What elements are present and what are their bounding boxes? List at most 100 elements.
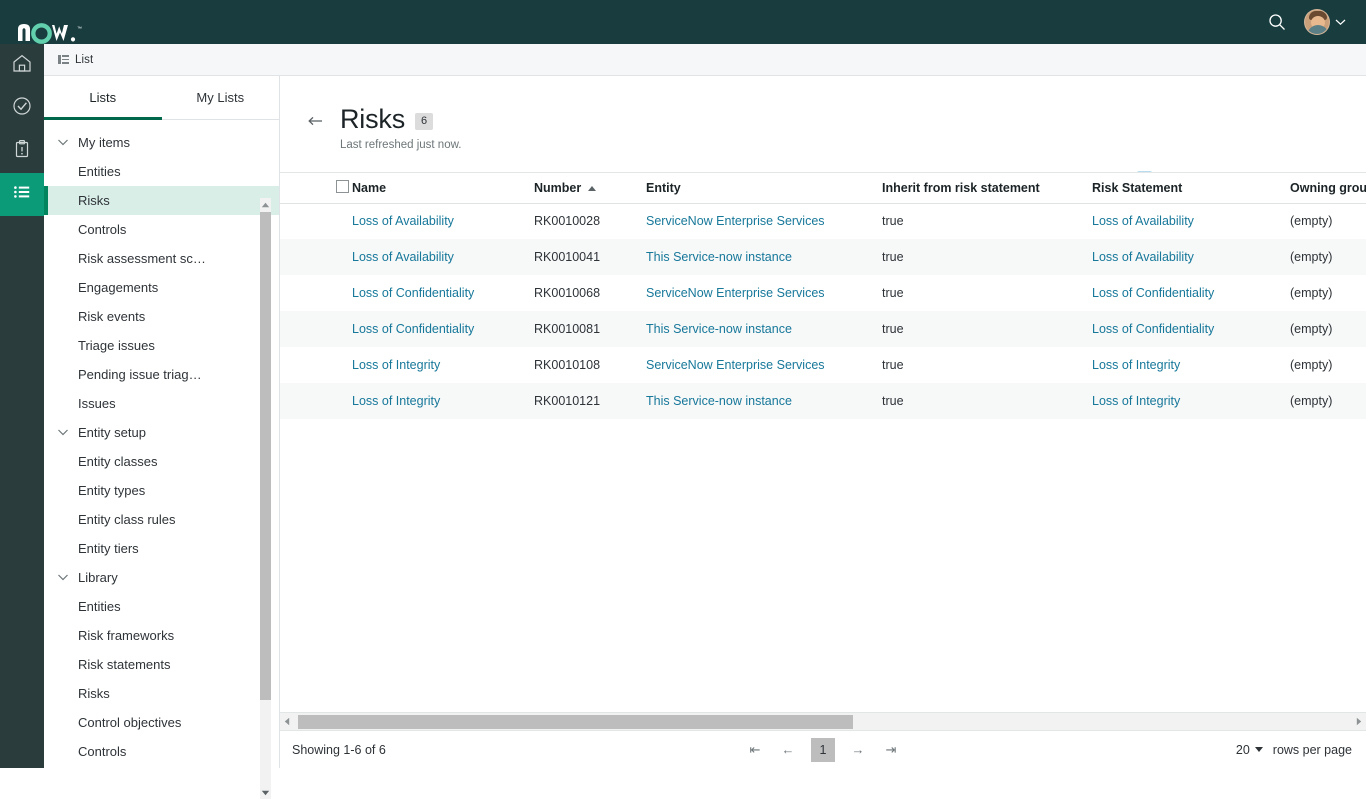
sidebar-item-risk-frameworks[interactable]: Risk frameworks (44, 621, 279, 650)
risk-statement-link[interactable]: Loss of Confidentiality (1092, 286, 1214, 300)
row-select-cell (280, 311, 344, 347)
scroll-down-arrow-icon[interactable] (260, 786, 271, 799)
column-header-owning-group[interactable]: Owning grou (1282, 173, 1366, 203)
table-row[interactable]: Loss of Confidentiality RK0010068 Servic… (280, 275, 1366, 311)
table-header-row: Name Number Entity Inherit from risk sta… (280, 173, 1366, 203)
tab-my-lists[interactable]: My Lists (162, 76, 280, 120)
cell-risk-statement: Loss of Integrity (1084, 383, 1282, 419)
record-link[interactable]: Loss of Confidentiality (352, 322, 474, 336)
row-select-cell (280, 275, 344, 311)
column-header-name[interactable]: Name (344, 173, 526, 203)
column-header-number[interactable]: Number (526, 173, 638, 203)
column-label: Owning grou (1290, 181, 1366, 195)
risk-statement-link[interactable]: Loss of Integrity (1092, 358, 1180, 372)
breadcrumb: List (44, 44, 1366, 76)
first-page-button[interactable]: ⇤ (745, 740, 765, 760)
sidebar-item-entity-class-rules[interactable]: Entity class rules (44, 505, 279, 534)
table-head: Name Number Entity Inherit from risk sta… (280, 173, 1366, 203)
tab-lists[interactable]: Lists (44, 76, 162, 120)
sidebar-item-triage-issues[interactable]: Triage issues (44, 331, 279, 360)
sidebar-item-risk-statements[interactable]: Risk statements (44, 650, 279, 679)
table-row[interactable]: Loss of Integrity RK0010108 ServiceNow E… (280, 347, 1366, 383)
entity-link[interactable]: This Service-now instance (646, 322, 792, 336)
sort-ascending-icon (588, 186, 596, 191)
entity-link[interactable]: This Service-now instance (646, 394, 792, 408)
sidebar-scrollbar[interactable] (260, 198, 271, 799)
breadcrumb-label[interactable]: List (75, 54, 93, 66)
table-row[interactable]: Loss of Availability RK0010028 ServiceNo… (280, 203, 1366, 239)
sidebar-item-control-objectives[interactable]: Control objectives (44, 708, 279, 737)
entity-link[interactable]: This Service-now instance (646, 250, 792, 264)
table-row[interactable]: Loss of Integrity RK0010121 This Service… (280, 383, 1366, 419)
risk-statement-link[interactable]: Loss of Availability (1092, 250, 1194, 264)
entity-link[interactable]: ServiceNow Enterprise Services (646, 286, 825, 300)
rail-item-approvals[interactable] (0, 87, 44, 130)
hscroll-track[interactable] (294, 713, 1352, 731)
sidebar-item-library-risks[interactable]: Risks (44, 679, 279, 708)
sidebar-item-entity-types[interactable]: Entity types (44, 476, 279, 505)
list-icon (11, 181, 33, 208)
cell-entity: This Service-now instance (638, 239, 874, 275)
nav-item-label: Risk statements (78, 657, 170, 672)
rail-item-home[interactable] (0, 44, 44, 87)
cell-name: Loss of Integrity (344, 347, 526, 383)
hscroll-thumb[interactable] (298, 715, 853, 729)
scroll-left-arrow-icon[interactable] (280, 713, 294, 731)
entity-link[interactable]: ServiceNow Enterprise Services (646, 358, 825, 372)
cell-owning-group: (empty) (1282, 239, 1366, 275)
nav-group-entity-setup[interactable]: Entity setup (44, 418, 279, 447)
scroll-up-arrow-icon[interactable] (260, 198, 271, 211)
table-row[interactable]: Loss of Confidentiality RK0010081 This S… (280, 311, 1366, 347)
app-header: ™ (0, 0, 1366, 44)
nav-group-library[interactable]: Library (44, 563, 279, 592)
risk-statement-link[interactable]: Loss of Confidentiality (1092, 322, 1214, 336)
nav-group-my-items[interactable]: My items (44, 128, 279, 157)
rail-item-lists[interactable] (0, 173, 44, 216)
sidebar-scroll-thumb[interactable] (260, 212, 271, 700)
column-header-risk-statement[interactable]: Risk Statement (1084, 173, 1282, 203)
sidebar-item-library-controls[interactable]: Controls (44, 737, 279, 766)
now-logo[interactable]: ™ (16, 0, 82, 44)
sidebar-item-pending-issue-triage[interactable]: Pending issue triag… (44, 360, 279, 389)
record-link[interactable]: Loss of Integrity (352, 394, 440, 408)
sidebar-item-library-entities[interactable]: Entities (44, 592, 279, 621)
next-page-button[interactable]: → (848, 740, 868, 760)
sidebar-item-controls[interactable]: Controls (44, 215, 279, 244)
sidebar-item-entity-classes[interactable]: Entity classes (44, 447, 279, 476)
nav-group-label: Entity setup (78, 425, 146, 440)
rows-per-page-select[interactable]: 20 (1236, 743, 1263, 757)
cell-inherit: true (874, 275, 1084, 311)
table-horizontal-scrollbar[interactable] (280, 712, 1366, 730)
record-link[interactable]: Loss of Availability (352, 250, 454, 264)
record-link[interactable]: Loss of Confidentiality (352, 286, 474, 300)
user-menu[interactable] (1304, 9, 1346, 35)
record-link[interactable]: Loss of Integrity (352, 358, 440, 372)
column-header-inherit[interactable]: Inherit from risk statement (874, 173, 1084, 203)
cell-owning-group: (empty) (1282, 275, 1366, 311)
sidebar-item-risks[interactable]: Risks (44, 186, 279, 215)
sidebar-item-risk-events[interactable]: Risk events (44, 302, 279, 331)
last-page-button[interactable]: ⇥ (881, 740, 901, 760)
sidebar-item-issues[interactable]: Issues (44, 389, 279, 418)
sidebar-item-entities[interactable]: Entities (44, 157, 279, 186)
collapse-sidebar-button[interactable] (306, 112, 324, 130)
page-number-current[interactable]: 1 (811, 738, 835, 762)
risk-statement-link[interactable]: Loss of Integrity (1092, 394, 1180, 408)
rail-item-tasks[interactable] (0, 130, 44, 173)
select-all-checkbox[interactable] (336, 180, 349, 193)
record-link[interactable]: Loss of Availability (352, 214, 454, 228)
title-row: Risks 6 (298, 76, 1348, 134)
cell-risk-statement: Loss of Availability (1084, 239, 1282, 275)
previous-page-button[interactable]: ← (778, 740, 798, 760)
search-icon[interactable] (1264, 9, 1290, 35)
chevron-down-icon (1335, 13, 1346, 31)
table-row[interactable]: Loss of Availability RK0010041 This Serv… (280, 239, 1366, 275)
sidebar-item-engagements[interactable]: Engagements (44, 273, 279, 302)
entity-link[interactable]: ServiceNow Enterprise Services (646, 214, 825, 228)
sidebar-item-entity-tiers[interactable]: Entity tiers (44, 534, 279, 563)
risk-statement-link[interactable]: Loss of Availability (1092, 214, 1194, 228)
sidebar-item-risk-assessment-sc[interactable]: Risk assessment sc… (44, 244, 279, 273)
column-header-entity[interactable]: Entity (638, 173, 874, 203)
check-circle-icon (11, 95, 33, 122)
scroll-right-arrow-icon[interactable] (1352, 713, 1366, 731)
